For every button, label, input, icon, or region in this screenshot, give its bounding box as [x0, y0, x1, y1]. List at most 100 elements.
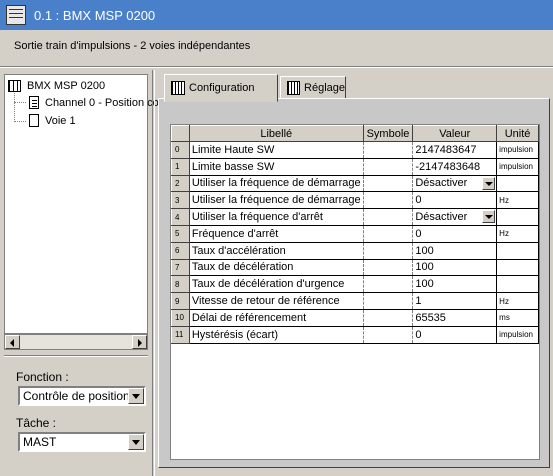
parameter-label-text: Utiliser la fréquence de démarrage — [191, 194, 361, 207]
parameter-value[interactable]: 0 — [412, 191, 498, 210]
parameter-value[interactable]: Désactiver — [412, 208, 498, 226]
parameter-label: Taux d'accélération — [189, 242, 364, 260]
column-header-libelle[interactable]: Libellé — [188, 125, 364, 142]
parameter-value[interactable]: 100 — [412, 259, 498, 277]
tache-select[interactable]: MAST — [18, 432, 146, 452]
row-number-text: 2 — [175, 178, 180, 188]
parameter-symbol[interactable] — [363, 242, 414, 260]
row-number-text: 8 — [175, 279, 180, 289]
parameter-label: Vitesse de retour de référence — [189, 292, 364, 310]
parameter-value-text: 0 — [415, 328, 422, 341]
row-number-text: 6 — [175, 246, 180, 256]
parameter-label-text: Taux d'accélération — [191, 244, 286, 257]
parameter-symbol[interactable] — [363, 225, 414, 243]
fonction-label: Fonction : — [16, 370, 69, 384]
parameter-value-text: 100 — [415, 244, 434, 257]
table-row[interactable]: 7 Taux de décélération 100 — [171, 258, 539, 277]
channel-tree: BMX MSP 0200 Channel 0 - Position co Voi… — [4, 74, 159, 334]
row-number: 0 — [171, 141, 190, 159]
parameter-value-text: Désactiver — [415, 211, 468, 224]
parameter-symbol[interactable] — [363, 175, 414, 193]
fonction-select[interactable]: Contrôle de position — [18, 386, 146, 406]
row-number: 3 — [171, 191, 190, 210]
chevron-down-icon[interactable] — [128, 434, 144, 450]
parameter-symbol[interactable] — [363, 326, 414, 344]
parameter-symbol[interactable] — [363, 208, 414, 226]
parameter-value-text: 0 — [415, 194, 422, 207]
parameter-symbol[interactable] — [363, 259, 414, 277]
tree-item-channel-0[interactable]: Channel 0 - Position co — [29, 96, 159, 109]
table-row[interactable]: 9 Vitesse de retour de référence 1 Hz — [171, 292, 539, 310]
arrow-right-icon — [138, 339, 142, 347]
parameter-table: Libellé Symbole Valeur Unité 0 Limite Hau… — [171, 125, 539, 344]
row-number: 5 — [171, 224, 190, 243]
tache-value: MAST — [23, 435, 57, 449]
table-row[interactable]: 8 Taux de décélération d'urgence 100 — [171, 275, 539, 294]
table-row[interactable]: 4 Utiliser la fréquence d'arrêt Désactiver — [171, 208, 539, 226]
parameter-symbol[interactable] — [363, 309, 414, 327]
row-number-text: 1 — [175, 162, 180, 172]
parameter-value[interactable]: 0 — [412, 225, 498, 243]
parameter-label-text: Taux de décélération — [191, 261, 294, 274]
tree-item-label: Voie 1 — [45, 114, 76, 127]
parameter-label: Hystérésis (écart) — [189, 326, 364, 344]
tab-reglage[interactable]: Réglage — [280, 76, 346, 100]
parameter-unit — [496, 242, 539, 260]
parameter-label: Délai de référencement — [189, 309, 364, 327]
parameter-value-text: 100 — [415, 261, 434, 274]
parameter-symbol[interactable] — [363, 141, 414, 159]
row-number: 7 — [171, 258, 190, 277]
parameter-label: Utiliser la fréquence de démarrage — [189, 191, 364, 210]
tab-configuration[interactable]: Configuration — [164, 74, 278, 102]
parameter-value[interactable]: -2147483648 — [412, 158, 498, 176]
row-number: 8 — [171, 275, 190, 294]
parameter-value[interactable]: 2147483647 — [412, 141, 498, 159]
parameter-label: Taux de décélération — [189, 259, 364, 277]
parameter-unit-text: Hz — [499, 296, 509, 306]
chevron-down-icon[interactable] — [482, 176, 496, 190]
table-row[interactable]: 0 Limite Haute SW 2147483647 impulsion — [171, 141, 539, 159]
table-row[interactable]: 11 Hystérésis (écart) 0 impulsion — [171, 325, 539, 344]
parameter-value[interactable]: 100 — [412, 242, 498, 260]
scroll-right-button[interactable] — [132, 335, 147, 349]
chevron-down-icon[interactable] — [482, 210, 496, 224]
parameter-unit-text: impulsion — [499, 145, 533, 155]
parameter-label: Limite basse SW — [189, 158, 364, 176]
parameter-label: Taux de décélération d'urgence — [189, 275, 364, 294]
column-header-valeur[interactable]: Valeur — [412, 125, 498, 142]
row-number: 6 — [171, 241, 190, 260]
parameter-value[interactable]: Désactiver — [412, 175, 498, 193]
table-row[interactable]: 6 Taux d'accélération 100 — [171, 241, 539, 260]
parameter-unit: impulsion — [496, 326, 539, 344]
parameter-symbol[interactable] — [363, 292, 414, 310]
parameter-symbol[interactable] — [363, 191, 414, 210]
parameter-value[interactable]: 65535 — [412, 309, 498, 327]
column-header-symbole[interactable]: Symbole — [362, 125, 414, 142]
parameter-value[interactable]: 100 — [412, 275, 498, 294]
parameter-value[interactable]: 1 — [412, 292, 498, 310]
parameter-symbol[interactable] — [363, 158, 414, 176]
chevron-down-icon[interactable] — [128, 388, 144, 404]
table-row[interactable]: 3 Utiliser la fréquence de démarrage 0 Hz — [171, 191, 539, 210]
tree-root[interactable]: BMX MSP 0200 — [8, 80, 105, 92]
tree-horizontal-scrollbar[interactable] — [4, 334, 148, 350]
left-panel-separator — [4, 355, 148, 357]
table-row[interactable]: 1 Limite basse SW -2147483648 impulsion — [171, 157, 539, 176]
table-row[interactable]: 2 Utiliser la fréquence de démarrage Désac… — [171, 174, 539, 193]
panel-splitter[interactable] — [152, 70, 155, 476]
parameter-unit — [496, 259, 539, 277]
channel-icon — [29, 96, 39, 109]
row-number-text: 0 — [175, 145, 180, 155]
parameter-value-text: 0 — [415, 227, 422, 240]
table-row[interactable]: 5 Fréquence d'arrêt 0 Hz — [171, 224, 539, 243]
parameter-value[interactable]: 0 — [412, 326, 498, 344]
parameter-symbol[interactable] — [363, 275, 414, 294]
parameter-unit: ms — [496, 309, 539, 327]
parameter-label: Utiliser la fréquence de démarrage — [189, 175, 364, 193]
parameter-grid: Libellé Symbole Valeur Unité 0 Limite Hau… — [170, 124, 540, 460]
module-config-icon — [6, 5, 26, 25]
table-row[interactable]: 10 Délai de référencement 65535 ms — [171, 308, 539, 327]
scroll-left-button[interactable] — [5, 335, 20, 349]
tree-item-voie-1[interactable]: Voie 1 — [29, 114, 76, 127]
column-header-unite[interactable]: Unité — [496, 125, 539, 142]
